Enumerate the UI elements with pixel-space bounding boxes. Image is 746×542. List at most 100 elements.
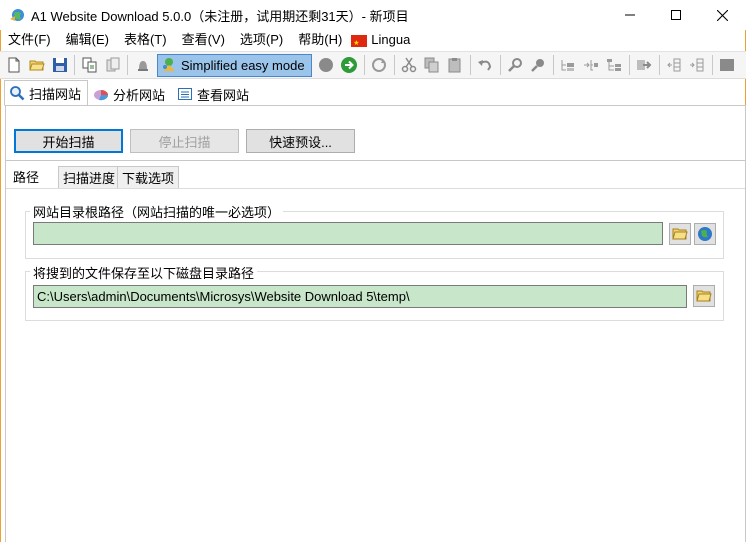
folder-icon (696, 290, 712, 302)
scan-panel: 开始扫描 停止扫描 快速预设... 路径 扫描进度 下载选项 网站目录根路径（网… (5, 105, 746, 542)
save-browse-folder-button[interactable] (693, 285, 715, 307)
menu-view[interactable]: 查看(V) (174, 30, 232, 50)
tree-expand-icon (584, 60, 599, 71)
root-browse-web-button[interactable] (694, 223, 716, 245)
pie-chart-icon (94, 90, 109, 101)
toolbar-separator (363, 55, 365, 75)
copy-button[interactable] (421, 54, 444, 77)
tree-collapse-icon (561, 60, 575, 71)
save-disk-icon (52, 58, 67, 72)
open-folder-icon (28, 60, 45, 71)
tree-structure-icon (607, 59, 622, 71)
new-file-icon (8, 57, 19, 73)
tab-scan-website[interactable]: 扫描网站 (4, 80, 89, 106)
new-project-button[interactable] (2, 54, 25, 77)
toolbar-separator (393, 55, 395, 75)
save-path-group-label: 将搜到的文件保存至以下磁盘目录路径 (30, 263, 258, 282)
tab-scan-website-label: 扫描网站 (29, 86, 82, 102)
tab-analyze-website[interactable]: 分析网站 (88, 82, 172, 106)
export-button[interactable] (633, 54, 656, 77)
mode-tree-icon (163, 58, 175, 71)
window-title: A1 Website Download 5.0.0（未注册，试用期还剩31天）-… (31, 8, 409, 24)
stop-scan-button[interactable]: 停止扫描 (130, 129, 239, 153)
paste-button[interactable] (444, 54, 467, 77)
tree-collapse-button[interactable] (557, 54, 580, 77)
maximize-button[interactable] (653, 0, 699, 30)
refresh-icon (372, 58, 387, 72)
column-left-icon (667, 58, 681, 72)
arrow-right-circle-icon (341, 57, 358, 73)
clipboard-icon (448, 58, 461, 73)
root-path-group-label: 网站目录根路径（网站扫描的唯一必选项） (30, 202, 284, 221)
search-next-icon (531, 59, 545, 72)
root-path-input[interactable] (33, 222, 663, 245)
close-icon (716, 9, 728, 21)
menu-help[interactable]: 帮助(H) (290, 30, 349, 50)
cut-button[interactable] (398, 54, 421, 77)
save-project-button[interactable] (48, 54, 71, 77)
close-button[interactable] (699, 0, 745, 30)
paste-project-button[interactable] (101, 54, 124, 77)
mode-label: Simplified easy mode (181, 57, 305, 73)
root-browse-folder-button[interactable] (669, 223, 691, 245)
tab-view-website-label: 查看网站 (197, 87, 250, 103)
main-tabs: 扫描网站 分析网站 查看网站 (0, 80, 746, 106)
tree-expand-button[interactable] (580, 54, 603, 77)
tab-view-website[interactable]: 查看网站 (172, 82, 256, 106)
stop-circle-icon (319, 58, 334, 72)
folder-icon (672, 228, 688, 240)
bell-icon (137, 61, 148, 71)
open-project-button[interactable] (25, 54, 48, 77)
wizard-button[interactable] (131, 54, 154, 77)
scissors-icon (401, 57, 417, 73)
title-bar: A1 Website Download 5.0.0（未注册，试用期还剩31天）-… (0, 0, 746, 30)
subtab-download-options[interactable]: 下载选项 (117, 166, 180, 188)
simplified-mode-toggle[interactable]: Simplified easy mode (157, 53, 312, 77)
start-scan-button[interactable]: 开始扫描 (14, 129, 123, 153)
stop-scan-toolbar-button[interactable] (315, 54, 338, 77)
refresh-button[interactable] (368, 54, 391, 77)
toolbar-separator (658, 55, 660, 75)
toolbar-separator (552, 55, 554, 75)
panel-toggle-button[interactable] (716, 54, 739, 77)
undo-icon (478, 60, 492, 71)
list-window-icon (178, 88, 193, 100)
search-icon (508, 58, 523, 72)
toolbar-separator (499, 55, 501, 75)
find-next-button[interactable] (527, 54, 550, 77)
menu-table[interactable]: 表格(T) (116, 30, 174, 50)
subtab-paths[interactable]: 路径 (9, 165, 43, 187)
globe-icon (698, 227, 712, 241)
panel-icon (720, 59, 735, 71)
toolbar: Simplified easy mode (0, 51, 746, 79)
column-right-button[interactable] (686, 54, 709, 77)
quick-presets-button[interactable]: 快速预设... (246, 129, 355, 153)
maximize-icon (671, 10, 681, 20)
toolbar-separator (711, 55, 713, 75)
toolbar-separator (469, 55, 471, 75)
menu-options[interactable]: 选项(P) (232, 30, 290, 50)
undo-button[interactable] (474, 54, 497, 77)
subtab-divider (6, 188, 745, 189)
copy-project-button[interactable] (78, 54, 101, 77)
copy-pages-icon (82, 57, 96, 73)
subtab-scan-progress[interactable]: 扫描进度 (58, 166, 121, 188)
menu-edit[interactable]: 编辑(E) (58, 30, 116, 50)
menu-file[interactable]: 文件(F) (0, 30, 58, 50)
find-button[interactable] (504, 54, 527, 77)
paste-pages-icon (106, 57, 119, 72)
minimize-button[interactable] (607, 0, 653, 30)
export-arrow-icon (637, 60, 652, 70)
tab-analyze-website-label: 分析网站 (113, 87, 166, 103)
copy-icon (424, 57, 439, 73)
toolbar-separator (628, 55, 630, 75)
tree-structure-button[interactable] (603, 54, 626, 77)
column-right-icon (690, 58, 704, 72)
start-scan-toolbar-button[interactable] (338, 54, 361, 77)
menu-bar: 文件(F) 编辑(E) 表格(T) 查看(V) 选项(P) 帮助(H) Ling… (0, 30, 746, 54)
save-path-input[interactable]: C:\Users\admin\Documents\Microsys\Websit… (33, 285, 687, 308)
column-left-button[interactable] (663, 54, 686, 77)
toolbar-separator (127, 55, 128, 75)
menu-lingua[interactable]: Lingua (349, 30, 417, 54)
china-flag-icon (351, 34, 368, 54)
